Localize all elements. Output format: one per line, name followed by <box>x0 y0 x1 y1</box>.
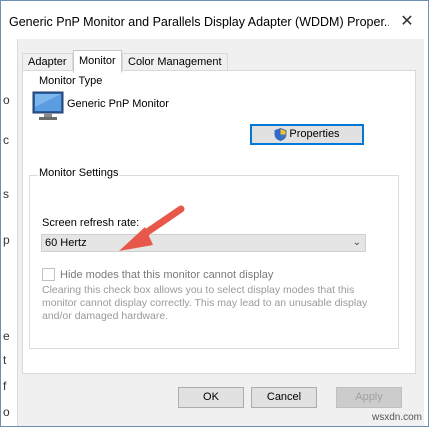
tab-adapter[interactable]: Adapter <box>22 53 73 71</box>
background-text-fragment: t <box>1 353 7 367</box>
tab-monitor[interactable]: Monitor <box>73 50 122 73</box>
ok-button[interactable]: OK <box>178 387 244 408</box>
shield-icon <box>275 128 287 141</box>
background-text-fragment: o <box>1 405 10 419</box>
annotation-arrow <box>119 205 185 251</box>
properties-button[interactable]: Properties <box>250 124 364 145</box>
hide-modes-label: Hide modes that this monitor cannot disp… <box>60 268 274 281</box>
monitor-icon <box>32 91 64 120</box>
hide-modes-checkbox[interactable] <box>42 268 55 281</box>
monitor-settings-label: Monitor Settings <box>38 167 120 179</box>
apply-button[interactable]: Apply <box>336 387 402 408</box>
watermark: wsxdn.com <box>371 412 422 423</box>
refresh-rate-value: 60 Hertz <box>45 237 87 249</box>
monitor-type-label: Monitor Type <box>38 75 104 87</box>
screenshot-frame: o c s p e t f o Generic PnP Monitor and … <box>0 0 429 427</box>
background-text-fragment: o <box>1 93 10 107</box>
properties-label: Properties <box>289 128 340 140</box>
monitor-name: Generic PnP Monitor <box>67 98 169 110</box>
tab-color-management[interactable]: Color Management <box>122 53 228 71</box>
help-text: Clearing this check box allows you to se… <box>42 284 368 322</box>
background-text-fragment: p <box>1 233 10 247</box>
monitor-tab-panel: Monitor Type Generic PnP Monitor Propert… <box>22 70 416 374</box>
close-icon[interactable]: ✕ <box>398 13 416 31</box>
cancel-button[interactable]: Cancel <box>251 387 317 408</box>
background-text-fragment: c <box>1 133 9 147</box>
background-text-fragment: e <box>1 329 10 343</box>
window-title: Generic PnP Monitor and Parallels Displa… <box>9 11 389 33</box>
properties-dialog: Adapter Monitor Color Management Monitor… <box>17 39 424 426</box>
background-text-fragment: s <box>1 187 9 201</box>
chevron-down-icon: ⌄ <box>352 237 361 248</box>
background-text-fragment: f <box>1 379 7 393</box>
hide-modes-row: Hide modes that this monitor cannot disp… <box>42 268 273 281</box>
